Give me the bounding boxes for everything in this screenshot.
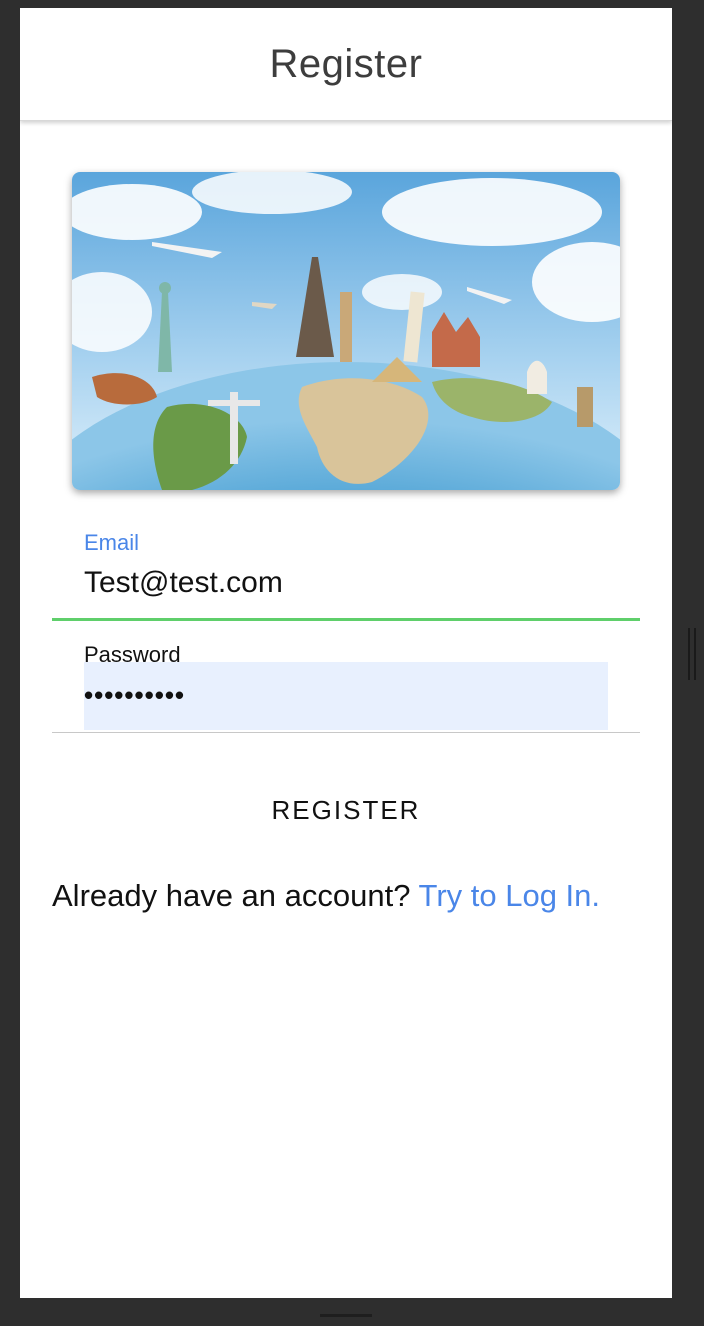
home-indicator [320,1314,372,1317]
login-link[interactable]: Try to Log In. [419,878,601,913]
email-label: Email [84,530,140,555]
email-focus-underline [52,618,640,621]
app-screen: Register Email Test@test.com Password ••… [20,8,672,1298]
password-masked-value: •••••••••• [84,680,186,710]
login-prompt: Already have an account? Try to Log In. [52,878,600,914]
register-button[interactable]: REGISTER [220,788,472,832]
travel-illustration [72,172,620,490]
page-title: Register [269,42,423,86]
password-underline [52,732,640,733]
hero-image [72,172,620,490]
app-header: Register [20,8,672,121]
login-prompt-text: Already have an account? [52,878,419,913]
device-frame: Register Email Test@test.com Password ••… [0,0,704,1326]
password-field[interactable]: •••••••••• [84,662,608,730]
resize-handle[interactable] [688,628,696,680]
email-field[interactable] [84,566,604,600]
